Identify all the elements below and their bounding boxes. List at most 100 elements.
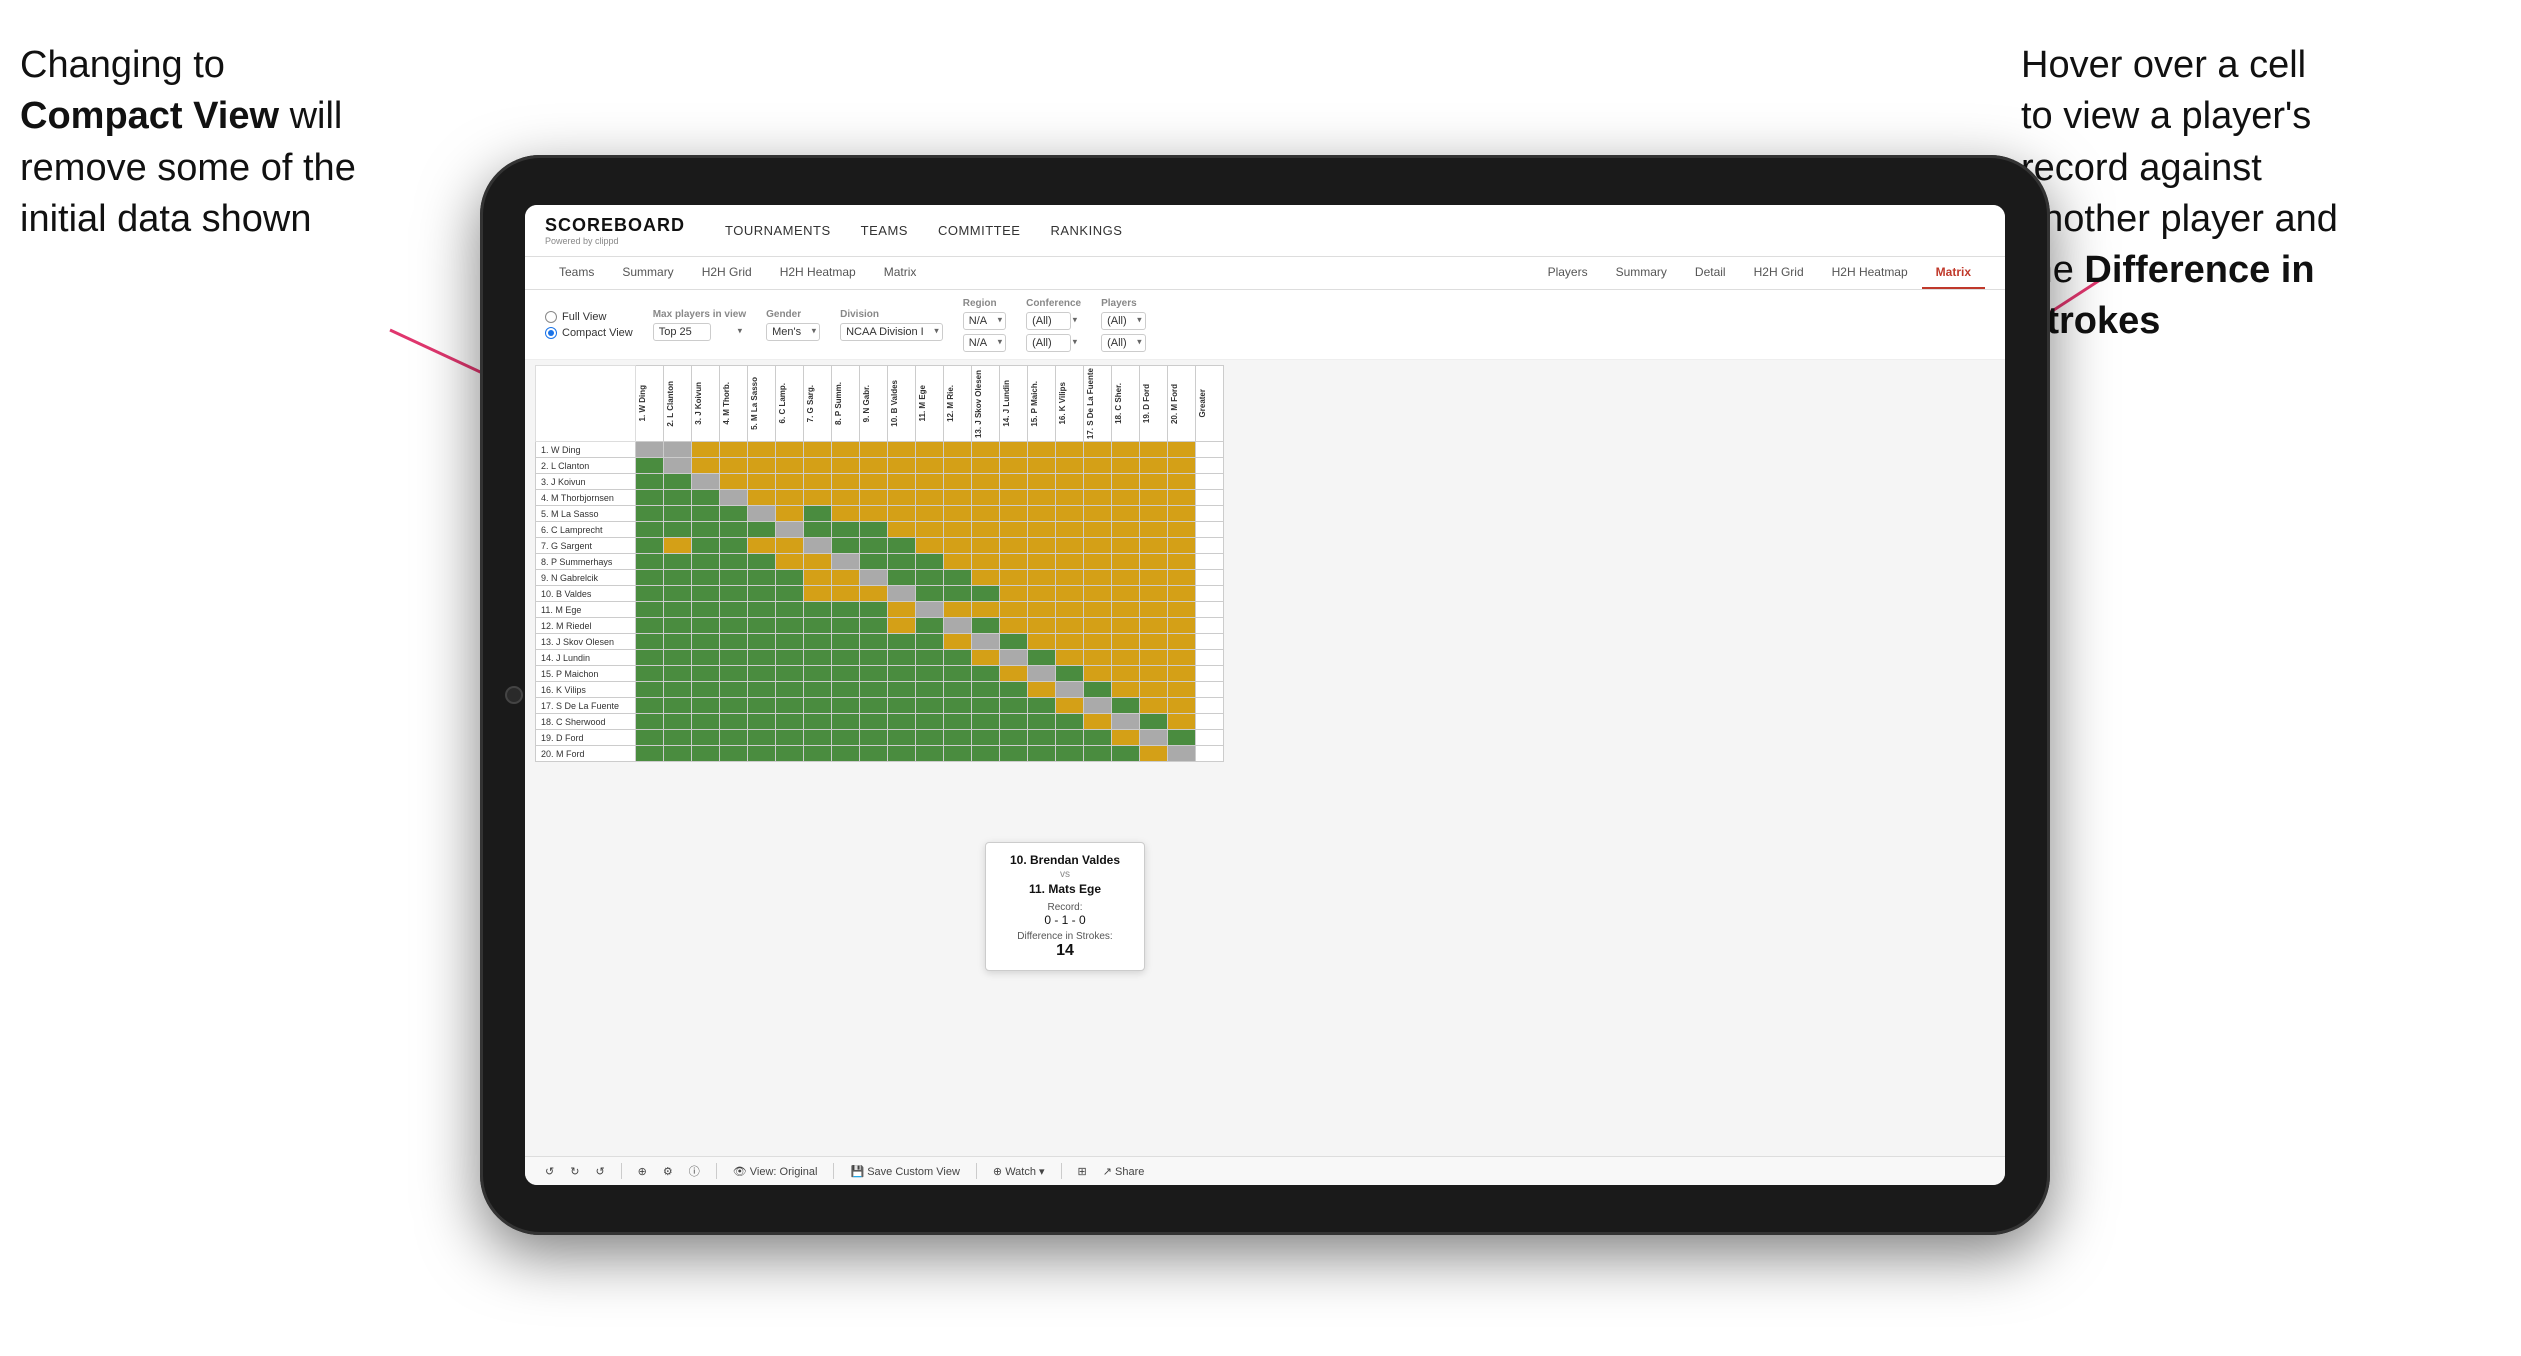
cell-3-16[interactable] <box>1084 490 1112 506</box>
cell-12-0[interactable] <box>636 634 664 650</box>
cell-12-3[interactable] <box>720 634 748 650</box>
cell-3-5[interactable] <box>776 490 804 506</box>
cell-7-2[interactable] <box>692 554 720 570</box>
cell-16-5[interactable] <box>776 698 804 714</box>
cell-7-14[interactable] <box>1028 554 1056 570</box>
cell-0-1[interactable] <box>664 442 692 458</box>
cell-13-3[interactable] <box>720 650 748 666</box>
cell-5-8[interactable] <box>860 522 888 538</box>
cell-18-8[interactable] <box>860 730 888 746</box>
cell-1-17[interactable] <box>1112 458 1140 474</box>
cell-7-6[interactable] <box>804 554 832 570</box>
cell-17-0[interactable] <box>636 714 664 730</box>
cell-12-11[interactable] <box>944 634 972 650</box>
cell-5-4[interactable] <box>748 522 776 538</box>
cell-3-2[interactable] <box>692 490 720 506</box>
cell-16-9[interactable] <box>888 698 916 714</box>
cell-18-0[interactable] <box>636 730 664 746</box>
cell-12-6[interactable] <box>804 634 832 650</box>
cell-7-1[interactable] <box>664 554 692 570</box>
cell-9-17[interactable] <box>1112 586 1140 602</box>
cell-8-4[interactable] <box>748 570 776 586</box>
cell-17-7[interactable] <box>832 714 860 730</box>
cell-17-17[interactable] <box>1112 714 1140 730</box>
cell-15-5[interactable] <box>776 682 804 698</box>
cell-15-8[interactable] <box>860 682 888 698</box>
cell-18-18[interactable] <box>1140 730 1168 746</box>
cell-3-4[interactable] <box>748 490 776 506</box>
cell-8-18[interactable] <box>1140 570 1168 586</box>
cell-11-11[interactable] <box>944 618 972 634</box>
cell-11-17[interactable] <box>1112 618 1140 634</box>
cell-14-18[interactable] <box>1140 666 1168 682</box>
cell-12-12[interactable] <box>972 634 1000 650</box>
cell-8-15[interactable] <box>1056 570 1084 586</box>
cell-12-8[interactable] <box>860 634 888 650</box>
cell-19-3[interactable] <box>720 746 748 762</box>
cell-19-12[interactable] <box>972 746 1000 762</box>
cell-1-15[interactable] <box>1056 458 1084 474</box>
cell-7-10[interactable] <box>916 554 944 570</box>
save-custom-btn[interactable]: 💾 Save Custom View <box>850 1165 959 1178</box>
cell-17-11[interactable] <box>944 714 972 730</box>
cell-16-0[interactable] <box>636 698 664 714</box>
max-players-select-wrap[interactable]: Top 25 <box>653 322 746 340</box>
cell-14-20[interactable] <box>1196 666 1224 682</box>
nav-committee[interactable]: COMMITTEE <box>938 223 1021 238</box>
cell-14-11[interactable] <box>944 666 972 682</box>
cell-10-7[interactable] <box>832 602 860 618</box>
cell-10-5[interactable] <box>776 602 804 618</box>
cell-10-0[interactable] <box>636 602 664 618</box>
conference-select-wrap2[interactable]: (All) <box>1026 333 1081 351</box>
cell-7-9[interactable] <box>888 554 916 570</box>
cell-16-12[interactable] <box>972 698 1000 714</box>
cell-12-15[interactable] <box>1056 634 1084 650</box>
cell-1-4[interactable] <box>748 458 776 474</box>
cell-18-5[interactable] <box>776 730 804 746</box>
cell-17-16[interactable] <box>1084 714 1112 730</box>
cell-13-17[interactable] <box>1112 650 1140 666</box>
cell-13-1[interactable] <box>664 650 692 666</box>
cell-15-11[interactable] <box>944 682 972 698</box>
cell-8-3[interactable] <box>720 570 748 586</box>
cell-2-14[interactable] <box>1028 474 1056 490</box>
cell-5-16[interactable] <box>1084 522 1112 538</box>
cell-15-9[interactable] <box>888 682 916 698</box>
cell-10-13[interactable] <box>1000 602 1028 618</box>
cell-13-18[interactable] <box>1140 650 1168 666</box>
cell-8-14[interactable] <box>1028 570 1056 586</box>
cell-9-2[interactable] <box>692 586 720 602</box>
cell-3-12[interactable] <box>972 490 1000 506</box>
cell-13-2[interactable] <box>692 650 720 666</box>
cell-17-10[interactable] <box>916 714 944 730</box>
cell-15-16[interactable] <box>1084 682 1112 698</box>
tab-h2h-heatmap[interactable]: H2H Heatmap <box>766 257 870 289</box>
cell-14-2[interactable] <box>692 666 720 682</box>
cell-1-12[interactable] <box>972 458 1000 474</box>
cell-14-14[interactable] <box>1028 666 1056 682</box>
cell-4-9[interactable] <box>888 506 916 522</box>
tab-h2h-heatmap2[interactable]: H2H Heatmap <box>1818 257 1922 289</box>
cell-19-6[interactable] <box>804 746 832 762</box>
cell-12-19[interactable] <box>1168 634 1196 650</box>
cell-11-10[interactable] <box>916 618 944 634</box>
cell-15-14[interactable] <box>1028 682 1056 698</box>
cell-13-5[interactable] <box>776 650 804 666</box>
cell-11-14[interactable] <box>1028 618 1056 634</box>
cell-1-5[interactable] <box>776 458 804 474</box>
cell-6-16[interactable] <box>1084 538 1112 554</box>
settings-btn[interactable]: ⚙ <box>663 1165 673 1178</box>
cell-1-0[interactable] <box>636 458 664 474</box>
cell-19-9[interactable] <box>888 746 916 762</box>
tab-players[interactable]: Players <box>1534 257 1602 289</box>
cell-9-14[interactable] <box>1028 586 1056 602</box>
cell-11-4[interactable] <box>748 618 776 634</box>
cell-6-3[interactable] <box>720 538 748 554</box>
cell-0-14[interactable] <box>1028 442 1056 458</box>
cell-9-8[interactable] <box>860 586 888 602</box>
cell-17-14[interactable] <box>1028 714 1056 730</box>
cell-4-2[interactable] <box>692 506 720 522</box>
cell-11-16[interactable] <box>1084 618 1112 634</box>
cell-13-11[interactable] <box>944 650 972 666</box>
cell-17-2[interactable] <box>692 714 720 730</box>
